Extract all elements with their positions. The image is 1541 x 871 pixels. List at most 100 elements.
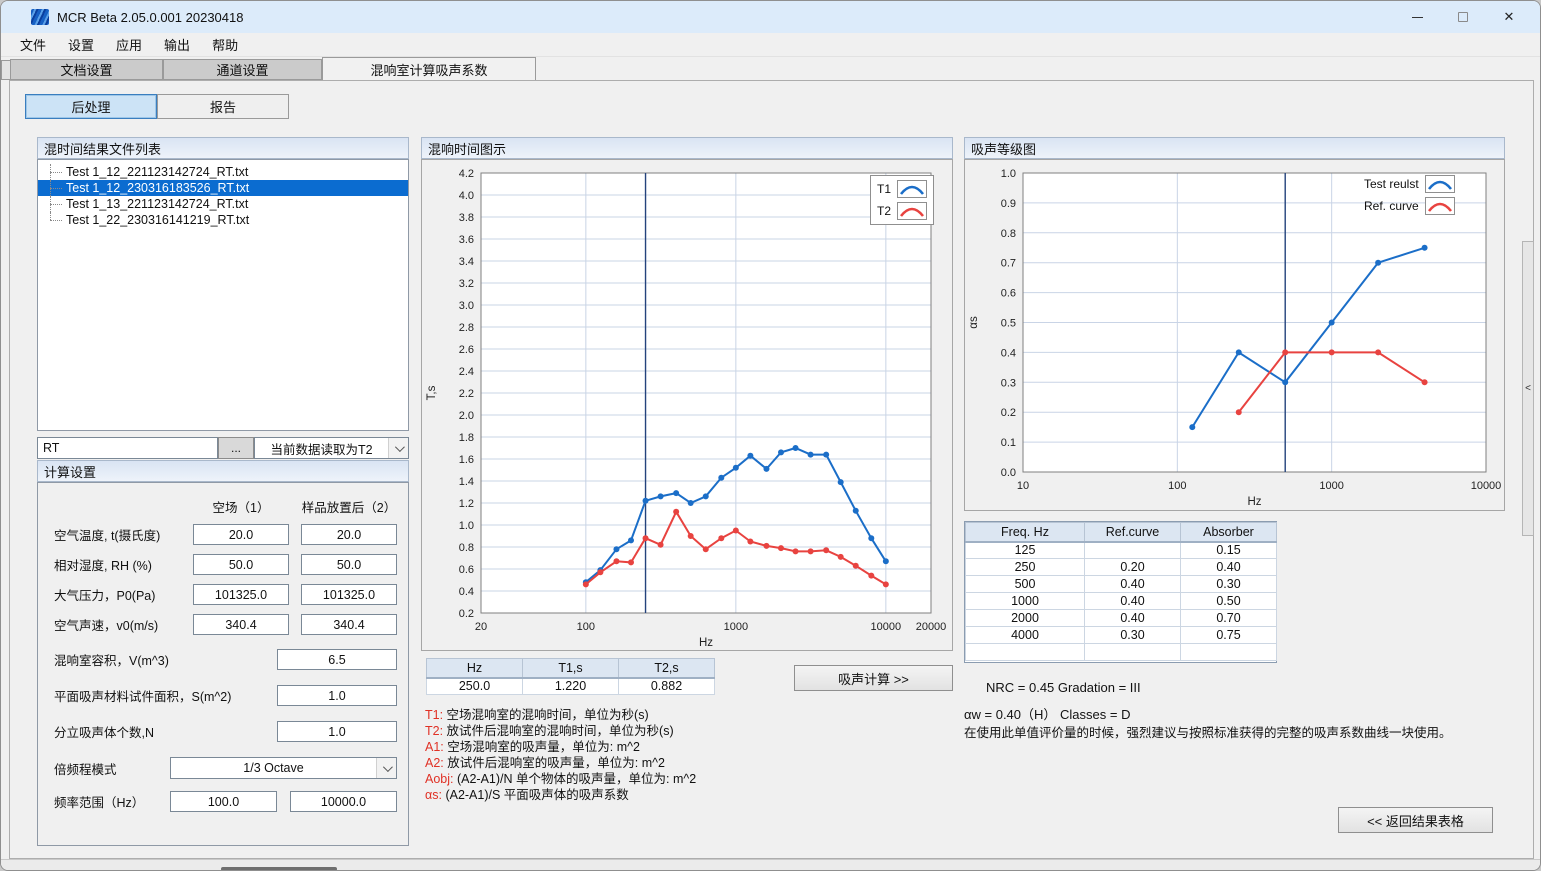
- annotation-line: αs: (A2-A1)/S 平面吸声体的吸声系数: [425, 787, 955, 803]
- table-cell: 4000: [966, 627, 1085, 644]
- calc-single-input[interactable]: [277, 721, 397, 742]
- freq-min-input[interactable]: [170, 791, 277, 812]
- tab-1[interactable]: 通道设置: [163, 59, 322, 80]
- calc-column-0: 空场（1）: [193, 497, 289, 516]
- tab-0[interactable]: 文档设置: [10, 59, 163, 80]
- file-name: Test 1_22_230316141219_RT.txt: [62, 213, 253, 227]
- octave-mode-row: 倍频程模式1/3 Octave: [54, 757, 397, 779]
- svg-text:1.8: 1.8: [459, 432, 474, 444]
- file-name: Test 1_12_230316183526_RT.txt: [62, 181, 253, 195]
- nrc-result: NRC = 0.45 Gradation = III: [986, 680, 1141, 695]
- svg-text:1.0: 1.0: [459, 520, 474, 532]
- svg-text:0.8: 0.8: [1001, 228, 1016, 240]
- table-row: 2500.200.40: [966, 559, 1277, 576]
- svg-text:3.2: 3.2: [459, 278, 474, 290]
- legend-entry: T2: [877, 202, 927, 220]
- table-header-cell: Hz: [427, 659, 523, 678]
- svg-text:10000: 10000: [1471, 480, 1502, 492]
- tree-connector-icon: [46, 212, 62, 228]
- table-cell: 250.0: [427, 678, 523, 695]
- file-panel-header: 混时间结果文件列表: [37, 137, 409, 159]
- svg-text:1.2: 1.2: [459, 498, 474, 510]
- table-cell: 0.75: [1181, 627, 1277, 644]
- svg-text:0.6: 0.6: [1001, 288, 1016, 300]
- octave-mode-select[interactable]: 1/3 Octave: [170, 757, 397, 779]
- chevron-down-icon[interactable]: [388, 438, 408, 458]
- tree-connector-icon: [46, 196, 62, 212]
- calc-input-field2[interactable]: [301, 554, 397, 575]
- calc-single-input[interactable]: [277, 649, 397, 670]
- chevron-down-icon[interactable]: [376, 758, 396, 778]
- annotation-text: 空场混响室的混响时间，单位为秒(s): [447, 708, 649, 722]
- calc-single-input[interactable]: [277, 685, 397, 706]
- table-row: 40000.300.75: [966, 627, 1277, 644]
- menu-item-4[interactable]: 帮助: [201, 32, 249, 57]
- table-row: 10000.400.50: [966, 593, 1277, 610]
- calc-input-field2[interactable]: [301, 524, 397, 545]
- calc-row: 空气温度, t(摄氏度): [54, 524, 397, 545]
- table-cell: 0.50: [1181, 593, 1277, 610]
- calc-input-field1[interactable]: [193, 554, 289, 575]
- table-row: 5000.400.30: [966, 576, 1277, 593]
- list-item[interactable]: Test 1_22_230316141219_RT.txt: [38, 212, 408, 228]
- absorb-calc-button[interactable]: 吸声计算 >>: [794, 665, 953, 691]
- window-title: MCR Beta 2.05.0.001 20230418: [57, 10, 243, 25]
- table-row: [966, 644, 1277, 661]
- table-cell: 1000: [966, 593, 1085, 610]
- table-row: 20000.400.70: [966, 610, 1277, 627]
- minimize-button[interactable]: [1394, 1, 1440, 33]
- calc-panel-title: 计算设置: [44, 462, 96, 481]
- octave-mode-label: 倍频程模式: [54, 759, 170, 778]
- calc-input-field1[interactable]: [193, 524, 289, 545]
- svg-text:0.6: 0.6: [459, 564, 474, 576]
- list-item[interactable]: Test 1_12_221123142724_RT.txt: [38, 164, 408, 180]
- svg-text:2.6: 2.6: [459, 344, 474, 356]
- close-button[interactable]: ✕: [1486, 1, 1532, 33]
- table-cell: 0.40: [1085, 576, 1181, 593]
- table-header-cell: T1,s: [523, 659, 619, 678]
- tab-2[interactable]: 混响室计算吸声系数: [322, 57, 536, 80]
- rt-file-list[interactable]: Test 1_12_221123142724_RT.txt Test 1_12_2…: [37, 159, 409, 431]
- calc-input-field2[interactable]: [301, 614, 397, 635]
- subtab-1[interactable]: 报告: [157, 94, 289, 119]
- file-name: Test 1_12_221123142724_RT.txt: [62, 165, 252, 179]
- subtab-0[interactable]: 后处理: [25, 94, 157, 119]
- calc-column-1: 样品放置后（2）: [301, 497, 397, 516]
- menu-item-0[interactable]: 文件: [9, 32, 57, 57]
- menu-item-1[interactable]: 设置: [57, 32, 105, 57]
- rt-name-input[interactable]: [37, 437, 218, 459]
- rt-chart-svg[interactable]: 0.20.40.60.81.01.21.41.61.82.02.22.42.62…: [422, 159, 952, 649]
- table-header-row: Freq. HzRef.curveAbsorber: [966, 523, 1277, 542]
- svg-text:0.2: 0.2: [1001, 407, 1016, 419]
- bottom-scrollbar-thumb[interactable]: [221, 867, 337, 871]
- svg-text:1000: 1000: [1319, 480, 1343, 492]
- table-cell: 0.30: [1085, 627, 1181, 644]
- svg-text:Hz: Hz: [1247, 496, 1261, 508]
- calc-input-field2[interactable]: [301, 584, 397, 605]
- maximize-button[interactable]: [1440, 1, 1486, 33]
- collapse-panel-handle[interactable]: <: [1522, 241, 1534, 536]
- browse-button[interactable]: ...: [218, 437, 254, 459]
- app-icon: [31, 9, 49, 25]
- svg-text:0.7: 0.7: [1001, 258, 1016, 270]
- svg-text:0.0: 0.0: [1001, 467, 1016, 479]
- svg-text:αs: αs: [968, 316, 980, 329]
- data-read-select[interactable]: 当前数据读取为T2: [254, 437, 409, 459]
- return-results-button[interactable]: << 返回结果表格: [1338, 807, 1493, 833]
- menu-item-3[interactable]: 输出: [153, 32, 201, 57]
- calc-row: 大气压力，P0(Pa): [54, 584, 397, 605]
- list-item[interactable]: Test 1_12_230316183526_RT.txt: [38, 180, 408, 196]
- svg-text:10000: 10000: [871, 621, 902, 633]
- table-cell: [1181, 644, 1277, 661]
- freq-max-input[interactable]: [290, 791, 397, 812]
- svg-text:1.6: 1.6: [459, 454, 474, 466]
- table-cell: 0.40: [1085, 593, 1181, 610]
- menu-item-2[interactable]: 应用: [105, 32, 153, 57]
- svg-text:100: 100: [577, 621, 595, 633]
- table-cell: 2000: [966, 610, 1085, 627]
- calc-input-field1[interactable]: [193, 614, 289, 635]
- calc-input-field1[interactable]: [193, 584, 289, 605]
- file-panel-title: 混时间结果文件列表: [44, 139, 161, 158]
- list-item[interactable]: Test 1_13_221123142724_RT.txt: [38, 196, 408, 212]
- svg-text:0.5: 0.5: [1001, 318, 1016, 330]
